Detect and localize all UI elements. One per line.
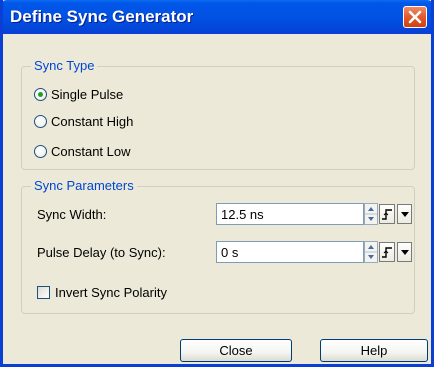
sync-width-edge-button[interactable] <box>379 204 395 224</box>
help-button[interactable]: Help <box>320 339 428 362</box>
close-x-icon <box>408 10 422 24</box>
radio-button-icon <box>34 144 47 158</box>
title-bar[interactable]: Define Sync Generator <box>3 0 431 34</box>
sync-type-legend: Sync Type <box>31 58 98 73</box>
radio-constant-high[interactable]: Constant High <box>34 111 133 131</box>
chevron-down-icon <box>401 250 409 255</box>
radio-single-pulse-label: Single Pulse <box>51 86 124 102</box>
rising-edge-icon <box>382 247 392 258</box>
radio-selected-dot <box>38 91 43 97</box>
sync-width-label: Sync Width: <box>37 207 107 222</box>
pulse-delay-input[interactable] <box>216 241 364 263</box>
radio-single-pulse[interactable]: Single Pulse <box>34 84 123 104</box>
chevron-down-icon <box>401 212 409 217</box>
invert-sync-polarity-checkbox[interactable] <box>37 286 50 299</box>
dialog-window: Define Sync Generator Sync Type Single P… <box>0 0 434 367</box>
window-title: Define Sync Generator <box>10 7 194 26</box>
invert-sync-polarity-label: Invert Sync Polarity <box>55 285 167 300</box>
sync-width-dropdown-button[interactable] <box>397 204 412 224</box>
pulse-delay-spinner[interactable] <box>364 241 378 263</box>
sync-parameters-legend: Sync Parameters <box>31 178 137 193</box>
sync-width-spinner[interactable] <box>364 203 378 225</box>
radio-constant-low[interactable]: Constant Low <box>34 141 131 161</box>
pulse-delay-edge-button[interactable] <box>379 242 395 262</box>
radio-button-icon <box>34 87 47 101</box>
title-close-button[interactable] <box>403 6 427 28</box>
close-button[interactable]: Close <box>180 339 292 362</box>
radio-constant-high-label: Constant High <box>51 113 134 129</box>
radio-constant-low-label: Constant Low <box>51 143 131 159</box>
sync-width-input[interactable] <box>216 203 364 225</box>
spinner-up-down-icon <box>364 241 378 263</box>
spinner-up-down-icon <box>364 203 378 225</box>
pulse-delay-label: Pulse Delay (to Sync): <box>37 245 166 260</box>
pulse-delay-dropdown-button[interactable] <box>397 242 412 262</box>
radio-button-icon <box>34 114 47 128</box>
rising-edge-icon <box>382 209 392 220</box>
